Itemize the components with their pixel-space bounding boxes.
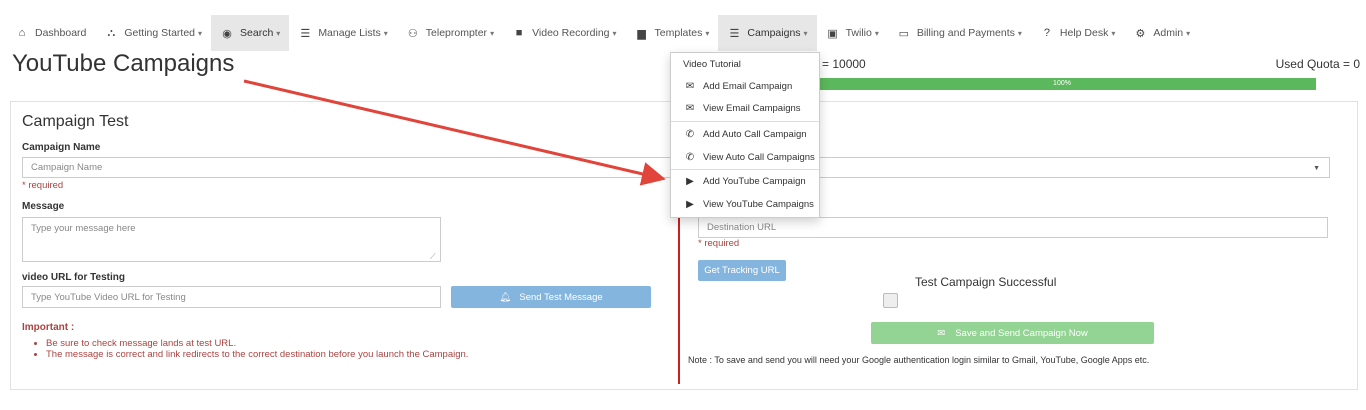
annotation-arrow <box>243 79 666 186</box>
